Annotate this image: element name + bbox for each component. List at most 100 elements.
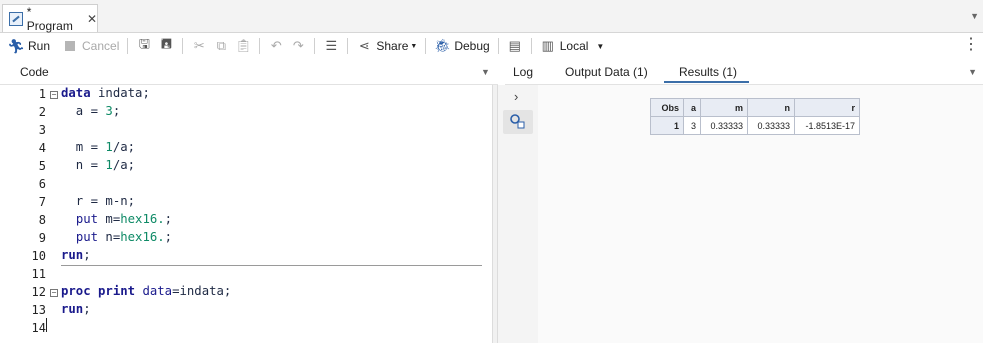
save-icon: 🖫 — [138, 36, 150, 51]
server-label: Local — [559, 39, 589, 53]
toolbar: 🏃︎ Run Cancel 🖫 🖪 ✂ ⧉ 📋︎ ↶ ↷ ☰ ⋖ Share ▼… — [0, 33, 983, 59]
paste-button[interactable]: 📋︎ — [232, 35, 254, 57]
debug-button[interactable]: 🐞︎ Debug — [431, 35, 492, 57]
copy-icon: ⧉ — [216, 38, 227, 53]
table-cell: -1.8513E-17 — [794, 116, 860, 135]
close-icon[interactable]: ✕ — [87, 12, 97, 26]
tab-results[interactable]: Results (1) — [679, 65, 737, 79]
save-button[interactable]: 🖫 — [133, 35, 155, 57]
line-number: 14 — [31, 321, 46, 335]
code-line: m = 1/a; — [61, 140, 136, 154]
run-icon: 🏃︎ — [7, 37, 25, 54]
share-icon: ⋖ — [358, 38, 370, 53]
tab-log[interactable]: Log — [513, 65, 533, 79]
properties-button[interactable]: ▤ — [504, 35, 526, 57]
line-number: 1 — [38, 87, 46, 101]
line-number: 3 — [38, 123, 46, 137]
code-line: data indata; — [61, 86, 150, 100]
toolbar-separator — [530, 38, 532, 54]
fold-toggle-icon[interactable]: − — [50, 91, 58, 99]
tab-overflow-chevron-down-icon[interactable]: ▼ — [970, 11, 979, 21]
table-header-cell: Obs — [650, 98, 684, 117]
cancel-label: Cancel — [82, 39, 120, 53]
server-select[interactable]: ▥ Local ▼ — [537, 35, 608, 57]
tab-output-data[interactable]: Output Data (1) — [565, 65, 648, 79]
code-line: put m=hex16.; — [75, 212, 173, 226]
results-navigator-icon — [510, 114, 525, 129]
chevron-down-icon[interactable]: ▼ — [481, 67, 490, 77]
line-number: 12 — [31, 285, 46, 299]
run-button[interactable]: 🏃︎ Run — [0, 35, 53, 57]
code-line: proc print data=indata; — [61, 284, 232, 298]
paste-icon: 📋︎ — [235, 38, 252, 53]
table-header-cell: a — [683, 98, 701, 117]
toolbar-separator — [127, 38, 129, 54]
program-file-icon — [9, 11, 23, 26]
results-table: Obs a m n r 1 3 0.33333 0.33333 -1.8513E… — [650, 98, 860, 135]
table-cell: 0.33333 — [700, 116, 748, 135]
table-cell: 0.33333 — [747, 116, 795, 135]
tab-strip — [0, 0, 983, 33]
tab-title: * Program — [26, 4, 73, 33]
undo-button[interactable]: ↶ — [265, 35, 287, 57]
line-number: 11 — [31, 267, 46, 281]
text-cursor — [46, 318, 47, 332]
chevron-down-icon[interactable]: ▼ — [968, 67, 977, 77]
line-number: 13 — [31, 303, 46, 317]
code-pane-title: Code — [20, 65, 49, 79]
copy-button[interactable]: ⧉ — [210, 35, 232, 57]
toolbar-separator — [314, 38, 316, 54]
line-number-gutter: 1 2 3 4 5 6 7 8 9 10 11 12 13 14 — [0, 85, 46, 343]
line-number: 5 — [38, 159, 46, 173]
undo-icon: ↶ — [270, 38, 282, 53]
code-line: put n=hex16.; — [75, 230, 173, 244]
share-label: Share — [376, 39, 409, 53]
line-number: 7 — [38, 195, 46, 209]
code-line: r = m-n; — [61, 194, 136, 208]
tab-program[interactable]: * Program ✕ — [2, 4, 98, 33]
table-cell: 1 — [650, 116, 684, 135]
format-code-icon: ☰ — [325, 38, 338, 53]
share-button[interactable]: ⋖ Share ▼ — [353, 35, 420, 57]
redo-button[interactable]: ↷ — [287, 35, 309, 57]
toolbar-separator — [347, 38, 349, 54]
line-number: 4 — [38, 141, 46, 155]
code-pane-header — [0, 61, 498, 85]
code-line: run; — [61, 302, 91, 316]
toolbar-separator — [182, 38, 184, 54]
line-number: 2 — [38, 105, 46, 119]
cancel-button[interactable]: Cancel — [59, 35, 122, 57]
save-as-icon: 🖪 — [160, 36, 172, 51]
fold-toggle-icon[interactable]: − — [50, 289, 58, 297]
table-cell: 3 — [683, 116, 701, 135]
table-row: 1 3 0.33333 0.33333 -1.8513E-17 — [650, 116, 860, 135]
properties-icon: ▤ — [508, 38, 521, 53]
line-number: 9 — [38, 231, 46, 245]
table-header-cell: m — [700, 98, 748, 117]
line-number: 6 — [38, 177, 46, 191]
save-as-button[interactable]: 🖪 — [155, 35, 177, 57]
active-tab-indicator — [664, 81, 749, 83]
line-number: 10 — [31, 249, 46, 263]
line-number: 8 — [38, 213, 46, 227]
bug-icon: 🐞︎ — [434, 38, 451, 53]
more-options-icon[interactable]: ⋮ — [963, 37, 979, 53]
cut-icon: ✂ — [193, 38, 205, 53]
table-header-cell: r — [794, 98, 860, 117]
redo-icon: ↷ — [292, 38, 304, 53]
stop-icon — [62, 38, 78, 54]
debug-label: Debug — [454, 39, 490, 53]
toolbar-separator — [497, 38, 499, 54]
toolbar-separator — [425, 38, 427, 54]
run-label: Run — [28, 39, 51, 53]
table-header-cell: n — [747, 98, 795, 117]
toolbar-separator — [259, 38, 261, 54]
chevron-down-icon: ▼ — [596, 41, 605, 51]
chevron-right-icon[interactable]: › — [514, 89, 518, 104]
chevron-down-icon: ▼ — [410, 42, 418, 50]
code-line: n = 1/a; — [61, 158, 136, 172]
server-icon: ▥ — [541, 38, 554, 53]
step-boundary-line — [61, 265, 482, 266]
cut-button[interactable]: ✂ — [188, 35, 210, 57]
format-code-button[interactable]: ☰ — [320, 35, 342, 57]
